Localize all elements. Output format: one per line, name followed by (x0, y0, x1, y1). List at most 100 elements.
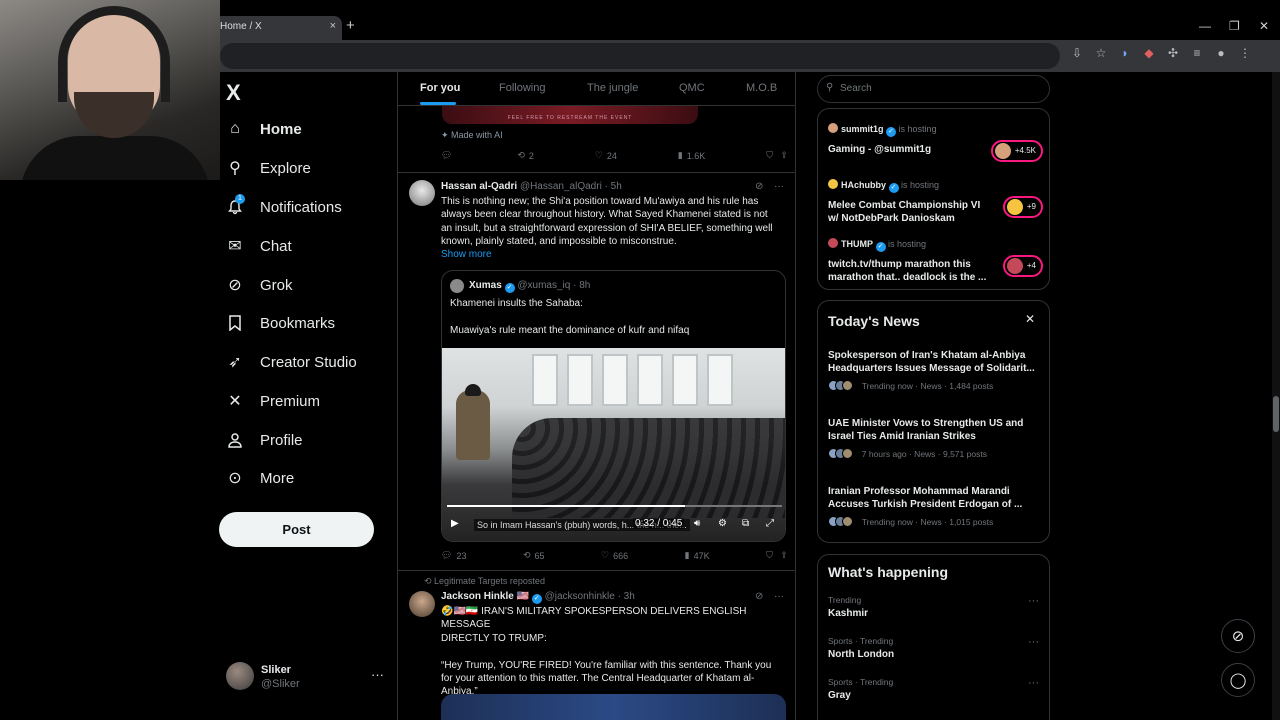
minimize-icon[interactable]: — (1199, 19, 1211, 33)
tab-following[interactable]: Following (499, 82, 545, 94)
avatar[interactable] (409, 180, 435, 206)
nav-grok[interactable]: ⊘ Grok (226, 270, 292, 300)
close-window-icon[interactable]: ✕ (1259, 19, 1269, 33)
nav-bookmarks[interactable]: Bookmarks (226, 308, 335, 338)
tweet-time[interactable]: · 3h (618, 591, 635, 602)
notification-badge: 1 (235, 194, 245, 204)
reply-button[interactable]: 💬︎ 23 (441, 550, 466, 561)
nav-notifications[interactable]: 1 Notifications (226, 192, 342, 222)
news-item[interactable]: Spokesperson of Iran's Khatam al-Anbiya … (828, 349, 1043, 391)
bookmark-share[interactable]: ⛉ ⇪ (766, 150, 788, 161)
tweet-time[interactable]: · 5h (605, 181, 622, 192)
close-icon[interactable]: ✕ (1025, 312, 1035, 326)
star-icon[interactable]: ☆ (1094, 46, 1108, 60)
live-spaces-card: summit1g ✓ is hosting Gaming - @summit1g… (817, 108, 1050, 290)
profile-icon[interactable]: ● (1214, 46, 1228, 60)
nav-chat[interactable]: ✉ Chat (226, 231, 291, 261)
divider (398, 570, 795, 571)
nav-profile[interactable]: Profile (226, 425, 303, 455)
whats-happening-card: What's happening Trending Kashmir ··· Sp… (817, 554, 1050, 720)
grok-fab-icon[interactable]: ⊘ (1221, 619, 1255, 653)
bell-icon: 1 (226, 194, 245, 216)
x-logo[interactable]: X (226, 80, 241, 106)
browser-tab[interactable]: Home / X × (214, 16, 342, 40)
kebab-icon[interactable]: ⋮ (1238, 46, 1252, 60)
verified-icon: ✓ (888, 183, 899, 193)
video-progress-bar[interactable] (447, 505, 782, 507)
live-item[interactable]: THUMP ✓ is hosting twitch.tv/thump marat… (828, 238, 1043, 284)
more-icon[interactable]: ··· (371, 667, 384, 682)
show-more-link[interactable]: Show more (441, 249, 492, 260)
reply-button[interactable]: 💬︎ (441, 150, 456, 161)
page-scrollbar[interactable] (1272, 72, 1280, 720)
views-button[interactable]: ▮ 47K (685, 550, 710, 561)
more-circle-icon: ⊙ (228, 470, 242, 487)
search-icon: ⚲ (229, 160, 241, 177)
trend-item[interactable]: Sports · Trending North London ··· (828, 636, 1043, 660)
address-bar[interactable] (220, 43, 1060, 69)
news-item[interactable]: Iranian Professor Mohammad Marandi Accus… (828, 485, 1043, 527)
author-handle[interactable]: @jacksonhinkle (545, 591, 615, 602)
account-switcher[interactable]: Sliker @Sliker ··· (226, 662, 386, 692)
trend-item[interactable]: Sports · Trending Gray ··· (828, 677, 1043, 701)
avatar[interactable] (409, 591, 435, 617)
new-tab-button[interactable]: + (346, 17, 355, 34)
volume-icon[interactable]: 🔊︎ (694, 518, 700, 529)
settings-icon[interactable]: ⚙ (718, 518, 727, 529)
repost-context[interactable]: ⟲ Legitimate Targets reposted (424, 576, 545, 587)
views-button[interactable]: ▮ 1.6K (678, 150, 705, 161)
author-handle[interactable]: @Hassan_alQadri (520, 181, 602, 192)
more-icon[interactable]: ··· (1028, 636, 1039, 648)
tweet-actions: 💬︎ ⟲ 2 ♡ 24 ▮ 1.6K ⛉ ⇪ (441, 150, 788, 161)
bookmark-share[interactable]: ⛉ ⇪ (766, 550, 788, 561)
nav-more[interactable]: ⊙ More (226, 463, 294, 493)
more-icon[interactable]: ··· (774, 181, 784, 192)
chat-fab-icon[interactable]: ◯ (1221, 663, 1255, 697)
quoted-tweet[interactable]: Xumas ✓ @xumas_iq · 8h Khamenei insults … (441, 270, 786, 542)
grok-icon: ⊘ (228, 277, 242, 294)
tab-qmc[interactable]: QMC (679, 82, 705, 94)
pip-icon[interactable]: ⧉ (742, 518, 749, 529)
author-name[interactable]: Hassan al-Qadri (441, 181, 517, 192)
grok-icon[interactable]: ⊘ (755, 591, 763, 602)
tweet-text: This is nothing new; the Shi'a position … (441, 196, 773, 248)
nav-creator-studio[interactable]: ➶ Creator Studio (226, 347, 356, 377)
puzzle-icon[interactable]: ✣ (1166, 46, 1180, 60)
like-button[interactable]: ♡ 24 (595, 150, 617, 161)
restore-icon[interactable]: ❐ (1229, 19, 1240, 33)
more-icon[interactable]: ··· (1028, 677, 1039, 689)
search-input[interactable]: ⚲ Search (817, 75, 1050, 103)
tweet-image[interactable]: FEEL FREE TO RESTREAM THE EVENT (442, 106, 698, 124)
close-tab-icon[interactable]: × (330, 20, 336, 32)
trend-item[interactable]: Trending Kashmir ··· (828, 595, 1043, 619)
fullscreen-icon[interactable]: ⤢ (766, 518, 774, 529)
nav-label: Premium (260, 392, 321, 410)
live-item[interactable]: summit1g ✓ is hosting Gaming - @summit1g… (828, 123, 1043, 162)
menu-icon[interactable]: ≡ (1190, 46, 1204, 60)
nav-explore[interactable]: ⚲ Explore (226, 153, 311, 183)
video-player[interactable]: ▶ So in Imam Hassan's (pbuh) words, h...… (442, 348, 785, 541)
repost-button[interactable]: ⟲ 65 (523, 550, 545, 561)
more-icon[interactable]: ··· (774, 591, 784, 602)
play-icon[interactable]: ▶ (451, 518, 459, 529)
grok-icon[interactable]: ⊘ (755, 181, 763, 192)
live-title: Gaming - @summit1g (828, 144, 932, 155)
tab-for-you[interactable]: For you (420, 82, 460, 94)
like-button[interactable]: ♡ 666 (601, 550, 628, 561)
install-icon[interactable]: ⇩ (1070, 46, 1084, 60)
video-controls: ▶ So in Imam Hassan's (pbuh) words, h...… (442, 515, 785, 537)
tweet-media[interactable] (441, 694, 786, 720)
repost-button[interactable]: ⟲ 2 (517, 150, 534, 161)
extension-icon[interactable]: ◆ (1142, 46, 1156, 60)
author-name[interactable]: Jackson Hinkle 🇺🇸 (441, 591, 529, 602)
nav-premium[interactable]: ✕ Premium (226, 386, 320, 416)
news-item[interactable]: UAE Minister Vows to Strengthen US and I… (828, 417, 1043, 459)
live-item[interactable]: HAchubby ✓ is hosting Melee Combat Champ… (828, 179, 1043, 225)
nav-home[interactable]: ⌂ Home (226, 114, 302, 144)
made-with-ai-label: ✦ Made with AI (441, 130, 503, 140)
extension-icon[interactable]: ◗ (1118, 46, 1132, 60)
more-icon[interactable]: ··· (1028, 595, 1039, 607)
post-button[interactable]: Post (219, 512, 374, 547)
tab-the-jungle[interactable]: The jungle (587, 82, 638, 94)
tab-mob[interactable]: M.O.B (746, 82, 777, 94)
